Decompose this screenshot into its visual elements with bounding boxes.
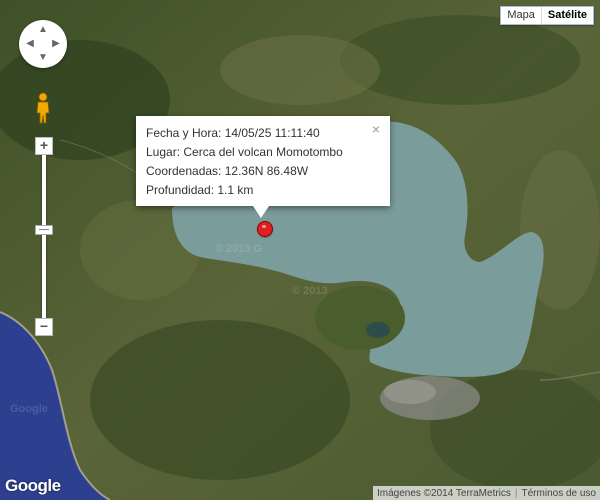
map-footer: Imágenes ©2014 TerraMetrics | Términos d… — [372, 486, 600, 500]
earthquake-marker[interactable] — [258, 222, 272, 236]
info-location: Lugar: Cerca del volcan Momotombo — [146, 145, 343, 159]
pegman-icon[interactable] — [34, 91, 52, 125]
close-icon[interactable]: × — [372, 122, 380, 136]
terms-of-use-link[interactable]: Términos de uso — [522, 488, 596, 499]
satellite-map[interactable]: © 2013 G © 2013 Google Mapa Satélite ▲ ▼… — [0, 0, 600, 500]
google-logo[interactable]: Google — [5, 476, 61, 496]
footer-separator: | — [514, 487, 518, 499]
zoom-control: + − — [35, 137, 53, 336]
pan-down-icon[interactable]: ▼ — [36, 53, 50, 63]
pan-control[interactable]: ▲ ▼ ◀ ▶ — [19, 20, 67, 68]
map-type-satellite-button[interactable]: Satélite — [540, 7, 593, 24]
imagery-watermark: Google — [10, 403, 48, 415]
zoom-slider-handle[interactable] — [35, 225, 53, 235]
zoom-in-button[interactable]: + — [35, 137, 53, 155]
satellite-imagery — [0, 0, 600, 500]
info-datetime: Fecha y Hora: 14/05/25 11:11:40 — [146, 126, 320, 140]
imagery-watermark: © 2013 — [292, 285, 328, 297]
info-depth: Profundidad: 1.1 km — [146, 183, 254, 197]
info-window-pointer — [253, 206, 269, 218]
map-type-control: Mapa Satélite — [500, 6, 594, 25]
earthquake-info-window: × Fecha y Hora: 14/05/25 11:11:40 Lugar:… — [136, 116, 390, 218]
pan-left-icon[interactable]: ◀ — [23, 39, 37, 49]
pan-up-icon[interactable]: ▲ — [36, 25, 50, 35]
pan-right-icon[interactable]: ▶ — [49, 39, 63, 49]
map-type-mapa-button[interactable]: Mapa — [501, 7, 541, 24]
info-coordinates: Coordenadas: 12.36N 86.48W — [146, 164, 309, 178]
imagery-attribution: Imágenes ©2014 TerraMetrics — [376, 487, 511, 499]
zoom-slider-track[interactable] — [42, 153, 46, 325]
zoom-out-button[interactable]: − — [35, 318, 53, 336]
imagery-watermark: © 2013 G — [215, 243, 263, 255]
